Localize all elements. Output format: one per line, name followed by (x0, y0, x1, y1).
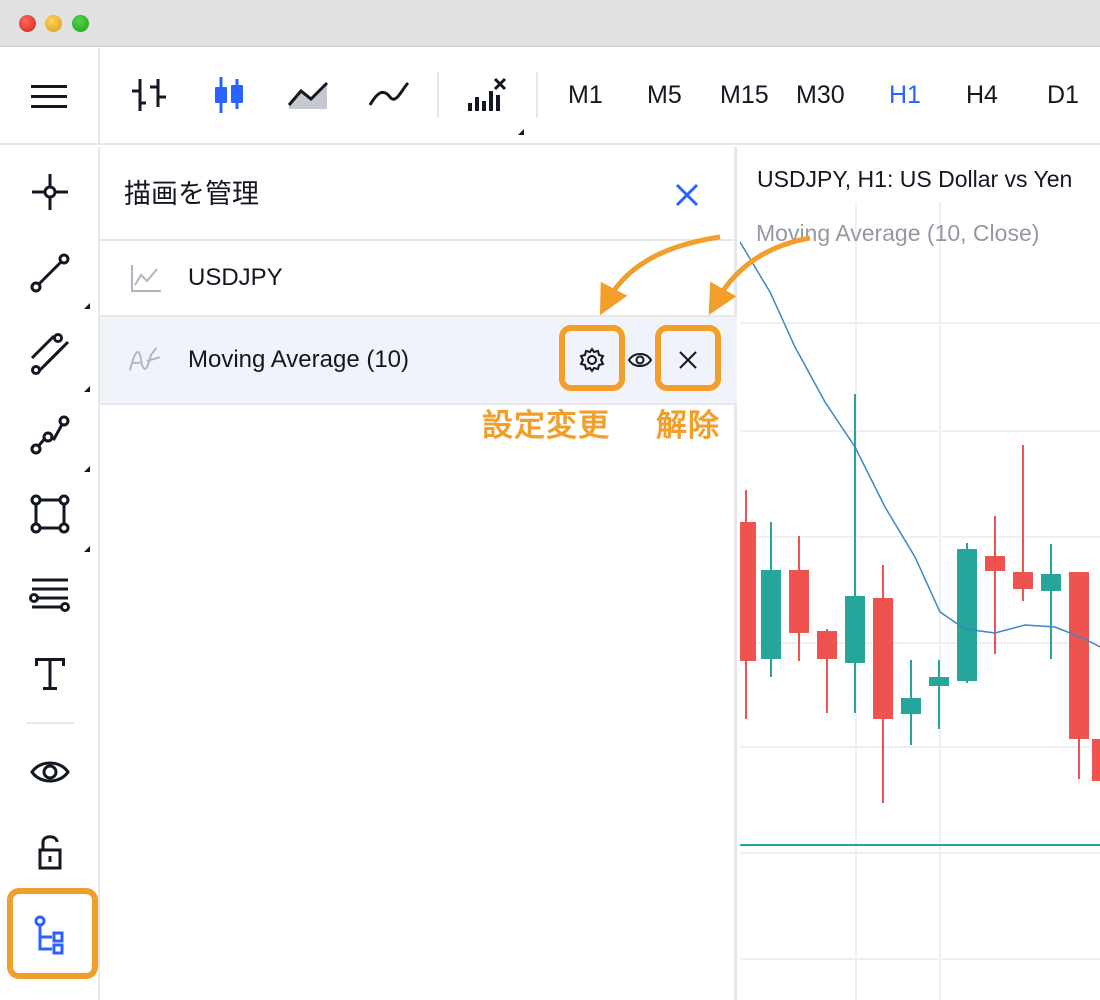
timeframe-m15[interactable]: M15 (720, 78, 769, 112)
zoom-window-button[interactable] (72, 15, 89, 32)
timeframe-d1[interactable]: D1 (1047, 78, 1079, 112)
chart-line-icon (128, 260, 164, 296)
hamburger-icon (31, 84, 67, 108)
timeframe-h4[interactable]: H4 (966, 78, 998, 112)
rectangle-tool-button[interactable] (25, 489, 75, 539)
object-tree-panel: 描画を管理 USDJPY Moving Average (10) 設定変更 解除 (100, 147, 737, 1000)
dropdown-corner-mark (84, 303, 90, 309)
chart-legend-indicator: Moving Average (10, Close) (756, 220, 1040, 246)
remove-callout: 解除 (656, 408, 720, 444)
panel-divider (100, 403, 737, 405)
panel-title: 描画を管理 (124, 179, 259, 210)
trend-line-tool-button[interactable] (25, 248, 75, 298)
indicators-icon (468, 77, 507, 111)
timeframe-m30[interactable]: M30 (796, 78, 845, 112)
unlock-icon (38, 835, 62, 870)
crosshair-tool-button[interactable] (25, 167, 75, 217)
polyline-tool-button[interactable] (25, 410, 75, 460)
hide-drawings-button[interactable] (25, 747, 75, 797)
candle-body (901, 698, 921, 714)
candle-body (789, 570, 809, 633)
dropdown-corner-mark (518, 129, 524, 135)
crosshair-icon (32, 174, 68, 210)
candle-wick (938, 660, 940, 729)
dropdown-corner-mark (84, 546, 90, 552)
timeframe-m1[interactable]: M1 (568, 78, 603, 112)
candle-body (957, 549, 977, 681)
candle-body (1013, 572, 1033, 589)
minimize-window-button[interactable] (45, 15, 62, 32)
bars-icon (132, 79, 166, 111)
dropdown-corner-mark (84, 386, 90, 392)
candles-icon (215, 77, 243, 113)
indicators-button[interactable] (461, 70, 511, 120)
candle-body (1092, 739, 1100, 781)
candle-body (817, 631, 837, 659)
fib-retracement-icon (29, 578, 70, 612)
settings-callout: 設定変更 (482, 408, 610, 444)
top-toolbar: M1 M5 M15 M30 H1 H4 D1 (0, 48, 1100, 145)
area-icon (287, 81, 329, 109)
drawing-toolbar (0, 147, 100, 1000)
candle-body (985, 556, 1005, 571)
fib-retracement-tool-button[interactable] (25, 569, 75, 619)
price-chart (740, 202, 1100, 1000)
close-icon (675, 183, 699, 207)
chart-area[interactable]: USDJPY, H1: US Dollar vs Yen Moving Aver… (740, 147, 1100, 1000)
dropdown-corner-mark (84, 466, 90, 472)
candles-chart-button[interactable] (204, 70, 254, 120)
rectangle-icon (30, 494, 70, 534)
eye-icon (627, 353, 653, 367)
panel-close-button[interactable] (667, 175, 707, 215)
candle-body (740, 522, 756, 661)
line-icon (368, 81, 410, 106)
trend-line-icon (30, 253, 70, 293)
tree-item-label: USDJPY (188, 264, 283, 291)
bars-chart-button[interactable] (123, 70, 173, 120)
candle-wick (1050, 544, 1052, 659)
settings-highlight (559, 325, 625, 391)
candle-body (845, 596, 865, 663)
parallel-channel-tool-button[interactable] (25, 329, 75, 379)
candle-body (1069, 572, 1089, 739)
candle-body (1041, 574, 1061, 591)
candle-wick (854, 394, 856, 713)
remove-highlight (655, 325, 721, 391)
toolbar-separator (26, 722, 74, 724)
toolbar-separator (536, 72, 538, 118)
toolbar-separator (437, 72, 439, 118)
timeframe-m5[interactable]: M5 (647, 78, 682, 112)
parallel-channel-icon (30, 333, 70, 375)
tree-item-indicator[interactable]: Moving Average (10) (100, 317, 737, 403)
text-icon (35, 658, 65, 690)
indicator-visibility-button[interactable] (620, 340, 660, 380)
timeframe-h1[interactable]: H1 (889, 78, 921, 112)
close-window-button[interactable] (19, 15, 36, 32)
candle-body (761, 570, 781, 659)
chart-legend-title: USDJPY, H1: US Dollar vs Yen (757, 166, 1073, 192)
menu-button[interactable] (0, 48, 100, 145)
tree-item-label: Moving Average (10) (188, 346, 410, 373)
object-tree-highlight (7, 888, 98, 979)
text-tool-button[interactable] (25, 649, 75, 699)
polyline-icon (30, 415, 70, 455)
indicator-icon (128, 342, 164, 378)
lock-drawings-button[interactable] (25, 827, 75, 877)
candle-body (929, 677, 949, 686)
tree-item-symbol[interactable]: USDJPY (100, 241, 737, 315)
area-chart-button[interactable] (283, 70, 333, 120)
candle-body (873, 598, 893, 719)
eye-icon (30, 761, 70, 783)
window-titlebar (0, 0, 1100, 47)
line-chart-button[interactable] (364, 70, 414, 120)
